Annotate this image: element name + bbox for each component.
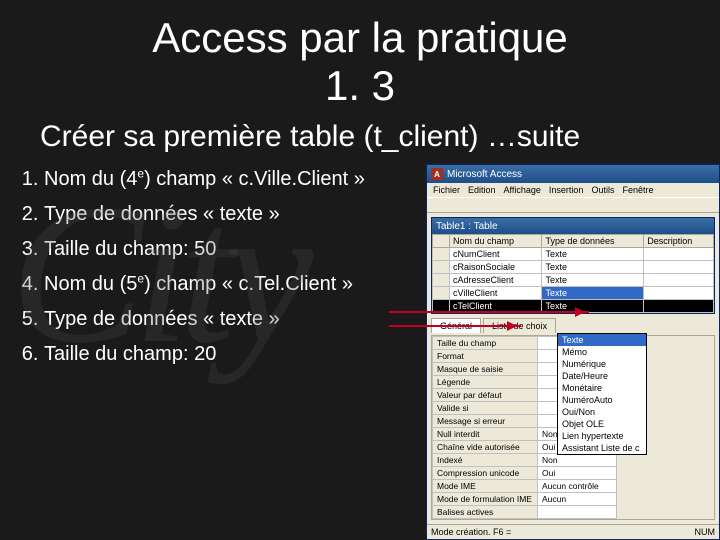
dropdown-option[interactable]: Objet OLE xyxy=(558,418,646,430)
status-text: Mode création. F6 = xyxy=(431,527,511,537)
column-header[interactable]: Description xyxy=(644,235,714,248)
property-row[interactable]: Mode de formulation IMEAucun xyxy=(433,493,617,506)
dropdown-option[interactable]: Oui/Non xyxy=(558,406,646,418)
app-titlebar: A Microsoft Access xyxy=(427,165,719,183)
annotation-arrow-2 xyxy=(389,325,521,327)
field-grid[interactable]: Nom du champType de donnéesDescription c… xyxy=(432,234,714,313)
table-row[interactable]: cVilleClientTexte xyxy=(433,287,714,300)
dropdown-option[interactable]: Texte xyxy=(558,334,646,346)
column-header[interactable]: Nom du champ xyxy=(450,235,542,248)
step-item: Taille du champ: 20 xyxy=(44,339,426,370)
toolbar[interactable] xyxy=(427,197,719,213)
title-line-2: 1. 3 xyxy=(325,62,395,109)
menu-item[interactable]: Fenêtre xyxy=(622,185,653,195)
dropdown-option[interactable]: Assistant Liste de c xyxy=(558,442,646,454)
table-row[interactable]: cNumClientTexte xyxy=(433,248,714,261)
access-screenshot: A Microsoft Access Fichier Edition Afficha… xyxy=(426,164,720,540)
property-row[interactable]: IndexéNon xyxy=(433,454,617,467)
dropdown-option[interactable]: Mémo xyxy=(558,346,646,358)
datatype-dropdown[interactable]: TexteMémoNumériqueDate/HeureMonétaireNum… xyxy=(557,333,647,455)
slide: City Access par la pratique 1. 3 Créer s… xyxy=(0,0,720,540)
table-window-title: Table1 : Table xyxy=(432,218,714,234)
property-row[interactable]: Mode IMEAucun contrôle xyxy=(433,480,617,493)
table-row[interactable]: cAdresseClientTexte xyxy=(433,274,714,287)
slide-subtitle: Créer sa première table (t_client) …suit… xyxy=(40,120,720,154)
menu-item[interactable]: Insertion xyxy=(549,185,584,195)
annotation-arrow-1 xyxy=(389,311,589,313)
menubar[interactable]: Fichier Edition Affichage Insertion Outils Fe… xyxy=(427,183,719,197)
statusbar: Mode création. F6 = NUM xyxy=(427,524,719,539)
dropdown-option[interactable]: NuméroAuto xyxy=(558,394,646,406)
menu-item[interactable]: Affichage xyxy=(504,185,541,195)
step-item: Type de données « texte » xyxy=(44,199,426,230)
property-row[interactable]: Compression unicodeOui xyxy=(433,467,617,480)
step-item: Type de données « texte » xyxy=(44,304,426,335)
dropdown-option[interactable]: Numérique xyxy=(558,358,646,370)
property-row[interactable]: Balises actives xyxy=(433,506,617,519)
menu-item[interactable]: Outils xyxy=(591,185,614,195)
dropdown-option[interactable]: Date/Heure xyxy=(558,370,646,382)
menu-item[interactable]: Edition xyxy=(468,185,496,195)
dropdown-option[interactable]: Lien hypertexte xyxy=(558,430,646,442)
access-icon: A xyxy=(431,168,443,180)
body-row: Nom du (4e) champ « c.Ville.Client » Type… xyxy=(16,164,720,540)
steps-list: Nom du (4e) champ « c.Ville.Client » Type… xyxy=(16,164,426,374)
step-item: Taille du champ: 50 xyxy=(44,234,426,265)
step-item: Nom du (5e) champ « c.Tel.Client » xyxy=(44,269,426,300)
title-line-1: Access par la pratique xyxy=(152,14,568,61)
table-row[interactable]: cRaisonSocialeTexte xyxy=(433,261,714,274)
menu-item[interactable]: Fichier xyxy=(433,185,460,195)
step-item: Nom du (4e) champ « c.Ville.Client » xyxy=(44,164,426,195)
column-header[interactable]: Type de données xyxy=(542,235,644,248)
app-title: Microsoft Access xyxy=(447,169,522,180)
table-design-window: Table1 : Table Nom du champType de donné… xyxy=(431,217,715,314)
status-num: NUM xyxy=(695,527,716,537)
dropdown-option[interactable]: Monétaire xyxy=(558,382,646,394)
slide-title: Access par la pratique 1. 3 xyxy=(0,0,720,114)
